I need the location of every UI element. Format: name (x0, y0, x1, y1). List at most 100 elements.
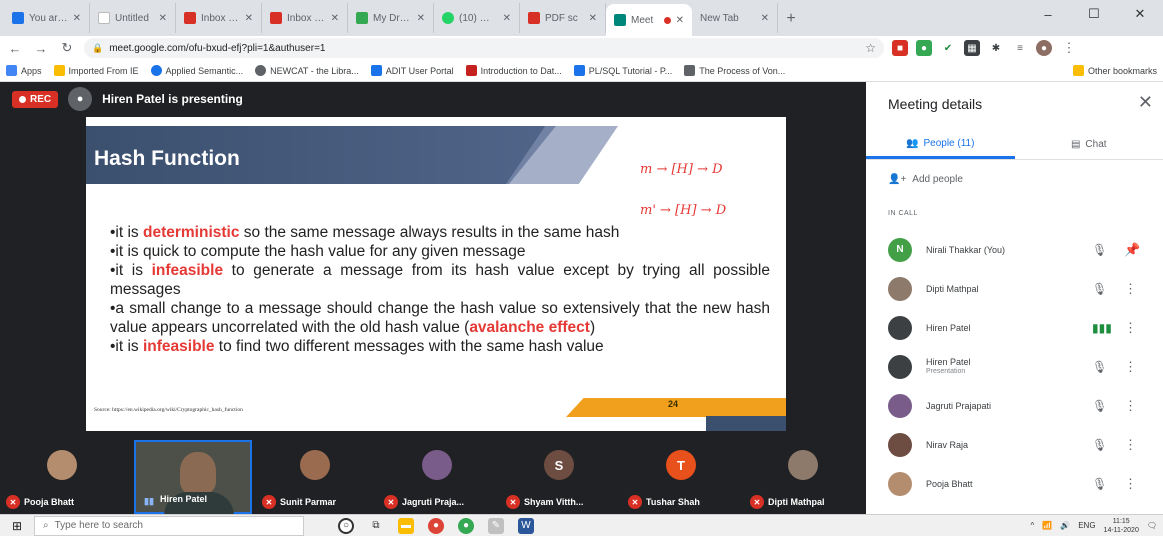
language-indicator[interactable]: ENG (1078, 521, 1095, 530)
more-options-icon[interactable]: ⋮ (1124, 476, 1137, 492)
task-view-icon[interactable]: ⧉ (368, 518, 384, 534)
stage-header: REC ● Hiren Patel is presenting (0, 82, 866, 116)
browser-tab[interactable]: (10) WhatsA✕ (434, 3, 520, 33)
list-item[interactable]: N Nirali Thakkar (You) 🎙 📌 (866, 230, 1163, 269)
close-tab-icon[interactable]: ✕ (159, 13, 167, 24)
tile-name-row: ✕Shyam Vitth... (506, 495, 583, 509)
chevron-up-icon[interactable]: ^ (1031, 521, 1035, 530)
browser-tab[interactable]: You are ac✕ (4, 3, 90, 33)
browser-tab[interactable]: PDF sc✕ (520, 3, 606, 33)
reload-icon[interactable]: ↻ (58, 39, 76, 57)
browser-tab[interactable]: New Tab✕ (692, 3, 778, 33)
site-favicon-icon (466, 65, 477, 76)
taskbar-search-input[interactable]: ⌕ Type here to search (34, 516, 304, 536)
participant-tile[interactable]: ✕Sunit Parmar (256, 434, 374, 514)
menu-kebab-icon[interactable]: ⋮ (1060, 39, 1078, 57)
participant-video-tile[interactable]: ▮▮Hiren Patel (134, 440, 252, 514)
browser-tab[interactable]: Inbox (670✕ (176, 3, 262, 33)
word-icon[interactable]: W (518, 518, 534, 534)
back-arrow-icon[interactable]: ← (6, 39, 24, 57)
participant-tile[interactable]: T ✕Tushar Shah (622, 434, 740, 514)
tab-chat[interactable]: ▤Chat (1015, 130, 1163, 159)
bookmark-apps[interactable]: Apps (6, 65, 42, 76)
participant-tile[interactable]: S ✕Shyam Vitth... (500, 434, 618, 514)
pin-icon[interactable]: 📌 (1124, 242, 1140, 258)
volume-icon[interactable]: 🔊 (1060, 521, 1070, 530)
close-tab-icon[interactable]: ✕ (503, 13, 511, 24)
list-item[interactable]: Hiren PatelPresentation 🎙 ⋮ (866, 347, 1163, 386)
browser-tab-active[interactable]: Meet✕ (606, 4, 692, 36)
app-icon[interactable]: ✎ (488, 518, 504, 534)
list-item[interactable]: Dipti Mathpal 🎙 ⋮ (866, 269, 1163, 308)
minimize-icon[interactable]: – (1025, 0, 1071, 28)
windows-start-icon[interactable]: ⊞ (0, 515, 34, 537)
more-options-icon[interactable]: ⋮ (1124, 320, 1137, 336)
browser-tab[interactable]: My Drive✕ (348, 3, 434, 33)
participant-tile[interactable]: ✕Pooja Bhatt (0, 434, 124, 514)
close-tab-icon[interactable]: ✕ (589, 13, 597, 24)
more-options-icon[interactable]: ⋮ (1124, 359, 1137, 375)
bookmark-item[interactable]: ADIT User Portal (371, 65, 454, 76)
bullet-text: •it is (110, 262, 152, 279)
close-tab-icon[interactable]: ✕ (676, 15, 684, 26)
extension-icon[interactable]: ✱ (988, 40, 1004, 56)
close-panel-icon[interactable]: ✕ (1138, 92, 1153, 113)
search-icon: ⌕ (43, 520, 49, 531)
browser-tab[interactable]: Untitled✕ (90, 3, 176, 33)
bookmark-item[interactable]: NEWCAT - the Libra... (255, 65, 359, 76)
person-name: Nirav Raja (926, 440, 968, 450)
forward-arrow-icon[interactable]: → (32, 39, 50, 57)
annotation-scribble: m → [H] → D (640, 162, 723, 177)
list-item[interactable]: Pooja Bhatt 🎙 ⋮ (866, 464, 1163, 503)
chrome-icon[interactable]: ● (458, 518, 474, 534)
profile-avatar-icon[interactable]: ● (1036, 40, 1052, 56)
close-tab-icon[interactable]: ✕ (331, 13, 339, 24)
mic-off-icon: 🎙 (1092, 360, 1107, 374)
other-bookmarks[interactable]: Other bookmarks (1073, 65, 1157, 76)
more-options-icon[interactable]: ⋮ (1124, 281, 1137, 297)
close-tab-icon[interactable]: ✕ (245, 13, 253, 24)
bookmark-label: The Process of Von... (699, 66, 785, 76)
clock[interactable]: 11:15 14-11-2020 (1104, 517, 1139, 535)
tile-name-row: ▮▮Hiren Patel (142, 494, 207, 508)
avatar: S (544, 450, 574, 480)
chrome-icon[interactable]: ● (428, 518, 444, 534)
participant-tile[interactable]: ✕Dipti Mathpal (744, 434, 862, 514)
network-icon[interactable]: 📶 (1042, 521, 1052, 530)
more-options-icon[interactable]: ⋮ (1124, 398, 1137, 414)
more-options-icon[interactable]: ⋮ (1124, 437, 1137, 453)
close-window-icon[interactable]: ✕ (1117, 0, 1163, 28)
close-tab-icon[interactable]: ✕ (73, 13, 81, 24)
extension-icon[interactable]: ■ (892, 40, 908, 56)
close-tab-icon[interactable]: ✕ (761, 13, 769, 24)
bookmark-item[interactable]: PL/SQL Tutorial - P... (574, 65, 673, 76)
maximize-icon[interactable]: ☐ (1071, 0, 1117, 28)
participant-name: Pooja Bhatt (24, 497, 74, 507)
participant-tile[interactable]: ✕Jagruti Praja... (378, 434, 496, 514)
list-item[interactable]: Hiren Patel ▮▮▮ ⋮ (866, 308, 1163, 347)
avatar (422, 450, 452, 480)
tab-people[interactable]: 👥People (11) (866, 130, 1015, 159)
browser-tab[interactable]: Inbox (171✕ (262, 3, 348, 33)
url-input[interactable]: 🔒 meet.google.com/ofu-bxud-efj?pli=1&aut… (84, 38, 884, 58)
meet-window: REC ● Hiren Patel is presenting Hash Fun… (0, 82, 1163, 514)
notifications-icon[interactable]: 🗨 (1147, 521, 1157, 530)
bookmark-item[interactable]: Introduction to Dat... (466, 65, 562, 76)
new-tab-button[interactable]: + (778, 5, 804, 33)
extension-icon[interactable]: ≡ (1012, 40, 1028, 56)
avatar (888, 316, 912, 340)
bookmark-item[interactable]: Applied Semantic... (151, 65, 244, 76)
extension-icon[interactable]: ▦ (964, 40, 980, 56)
bookmark-star-icon[interactable]: ☆ (865, 41, 876, 55)
list-item[interactable]: Jagruti Prajapati 🎙 ⋮ (866, 386, 1163, 425)
bookmark-item[interactable]: The Process of Von... (684, 65, 785, 76)
extension-icon[interactable]: ● (916, 40, 932, 56)
list-item[interactable]: Nirav Raja 🎙 ⋮ (866, 425, 1163, 464)
add-people-button[interactable]: 👤+Add people (888, 174, 963, 185)
mic-off-icon: 🎙 (1092, 282, 1107, 296)
close-tab-icon[interactable]: ✕ (417, 13, 425, 24)
bookmark-item[interactable]: Imported From IE (54, 65, 139, 76)
cortana-icon[interactable]: ○ (338, 518, 354, 534)
file-explorer-icon[interactable]: ▬ (398, 518, 414, 534)
checkmark-icon[interactable]: ✔ (940, 40, 956, 56)
